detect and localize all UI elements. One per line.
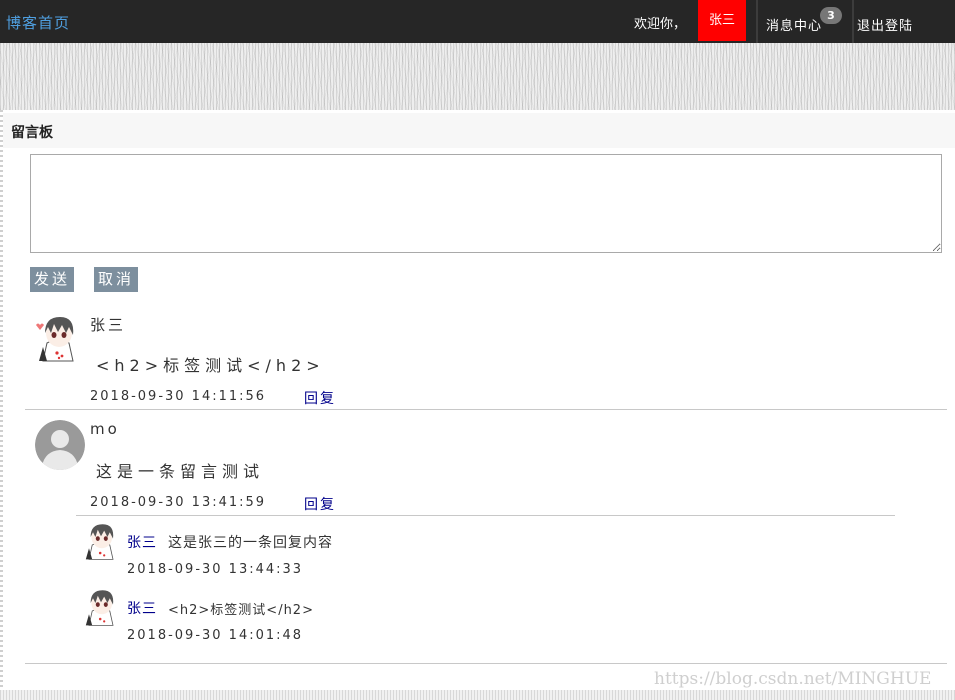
bottom-texture <box>0 690 955 700</box>
message-author: 张三 <box>90 316 127 334</box>
textured-banner <box>0 43 955 110</box>
reply-time: 2018-09-30 14:01:48 <box>127 628 304 643</box>
message-center-link[interactable]: 消息中心 <box>766 15 822 34</box>
cancel-button[interactable]: 取消 <box>94 267 138 292</box>
message-count-badge: 3 <box>820 7 842 24</box>
reply-content: <h2>标签测试</h2> <box>168 603 314 618</box>
reply-content: 这是张三的一条回复内容 <box>168 535 333 551</box>
reply-author-link[interactable]: 张三 <box>127 532 157 552</box>
current-user-button[interactable]: 张三 <box>698 0 746 41</box>
reply-link[interactable]: 回复 <box>304 494 336 514</box>
anime-avatar-icon <box>33 313 83 363</box>
message-time: 2018-09-30 14:11:56 <box>90 389 267 404</box>
reply-time: 2018-09-30 13:44:33 <box>127 562 304 577</box>
reply-divider <box>76 515 895 516</box>
board-title: 留言板 <box>11 125 53 141</box>
anime-avatar-icon <box>81 521 121 561</box>
page-left-edge <box>0 110 3 700</box>
send-button[interactable]: 发送 <box>30 267 74 292</box>
nav-divider <box>756 0 758 43</box>
message-input[interactable] <box>30 154 942 253</box>
welcome-text: 欢迎你， <box>634 17 687 32</box>
nav-divider <box>852 0 854 43</box>
default-user-avatar-icon <box>35 420 85 470</box>
message-content: <h2>标签测试</h2> <box>96 356 325 375</box>
logout-link[interactable]: 退出登陆 <box>857 15 913 34</box>
message-divider <box>25 663 947 664</box>
top-nav-bar: 博客首页 欢迎你， 张三 消息中心 3 退出登陆 <box>0 0 955 43</box>
anime-avatar-icon <box>81 587 121 627</box>
message-time: 2018-09-30 13:41:59 <box>90 495 267 510</box>
message-content: 这是一条留言测试 <box>96 462 265 481</box>
blog-home-link[interactable]: 博客首页 <box>6 12 70 33</box>
reply-author-link[interactable]: 张三 <box>127 598 157 618</box>
watermark-text: https://blog.csdn.net/MINGHUE <box>654 669 932 689</box>
message-author: mo <box>90 420 120 438</box>
reply-link[interactable]: 回复 <box>304 388 336 408</box>
board-header: 留言板 <box>3 113 955 148</box>
message-divider <box>25 409 947 410</box>
